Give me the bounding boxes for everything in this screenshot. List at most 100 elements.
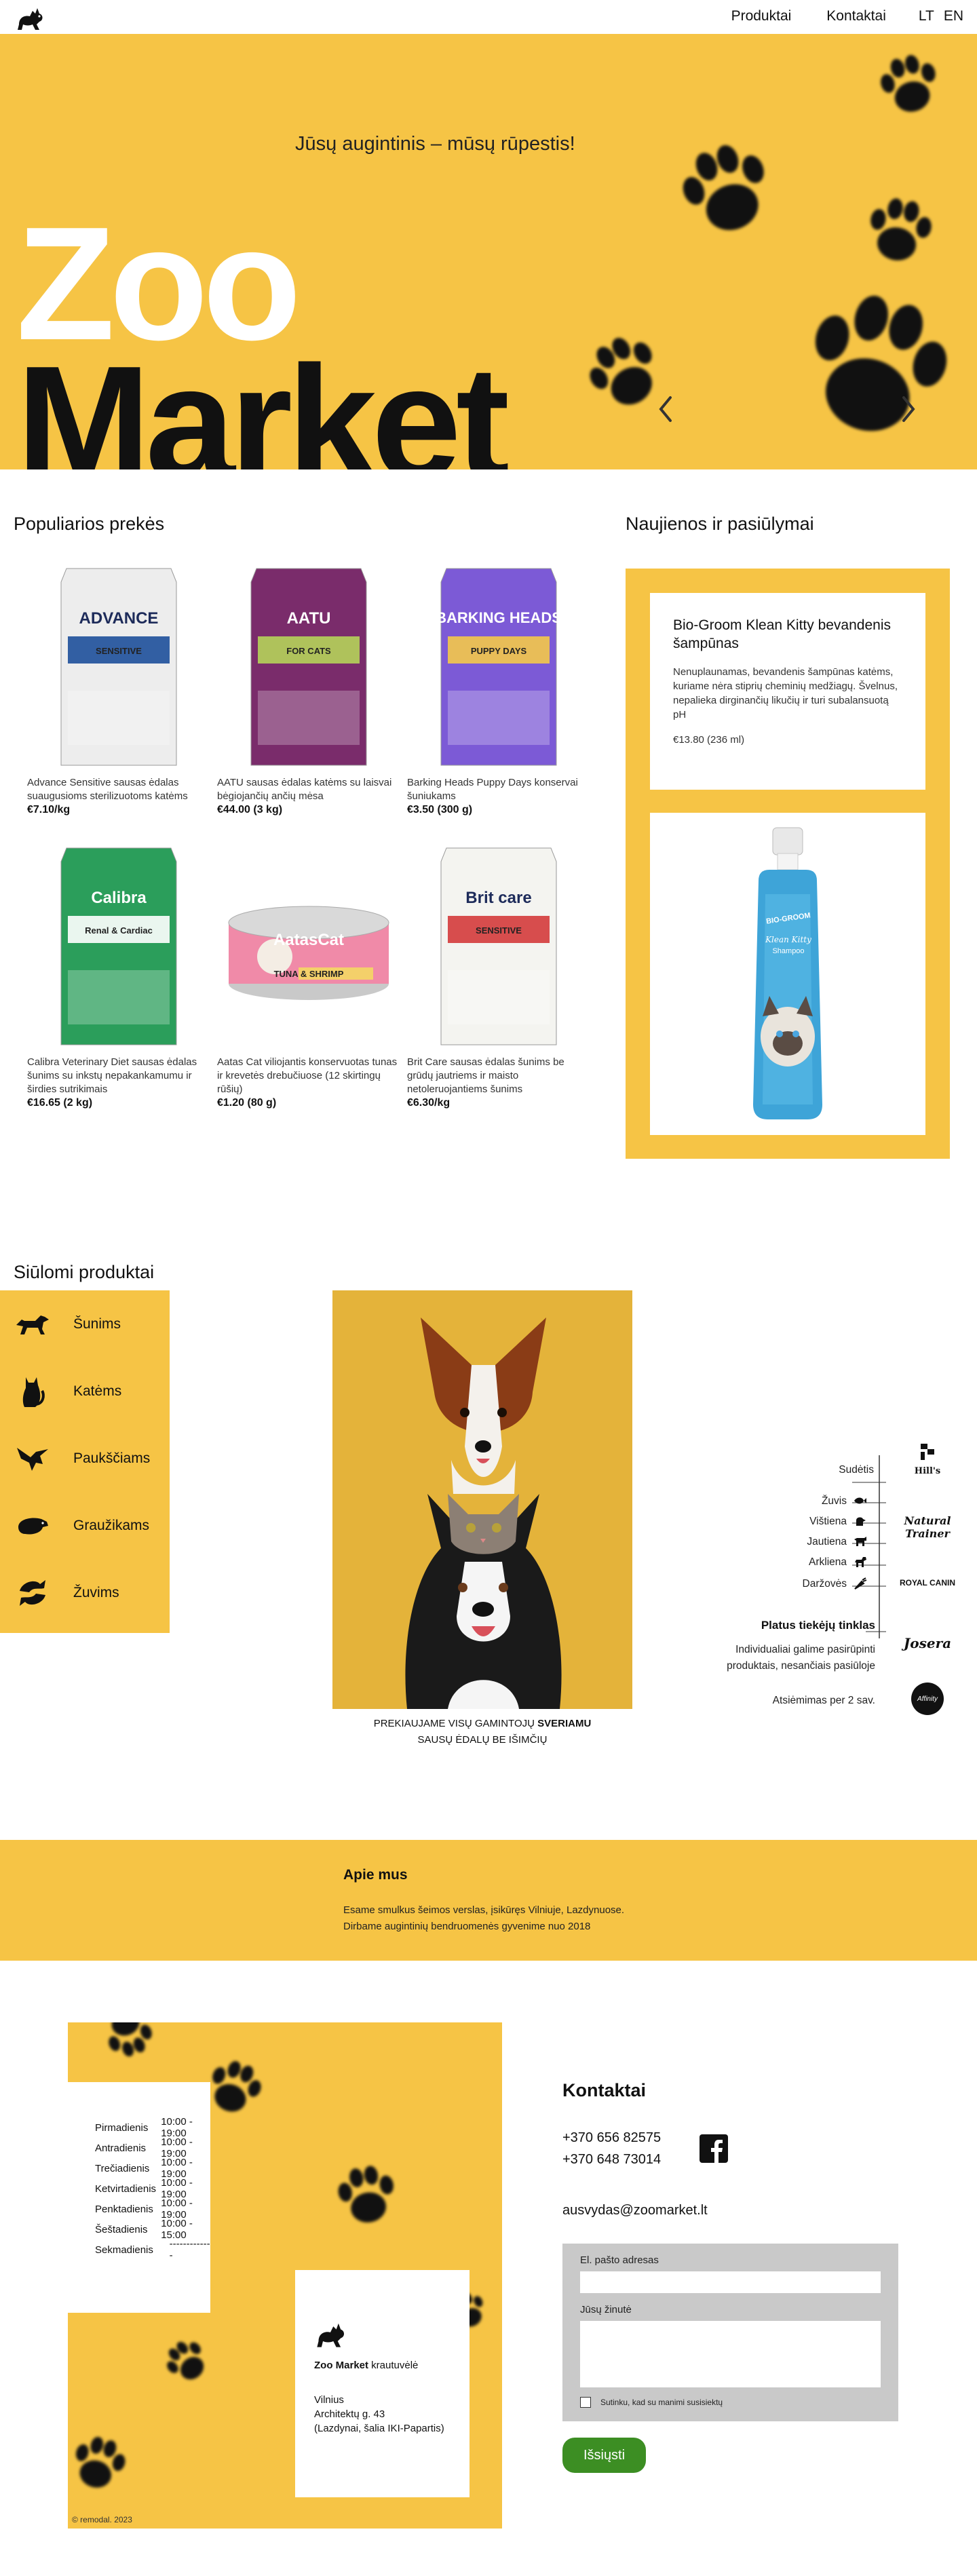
dog-icon [14,1305,52,1343]
consent-row: Sutinku, kad su manimi susisiektų [580,2397,881,2408]
product-variant-label: SENSITIVE [476,925,522,936]
product-card[interactable]: Calibra Renal & Cardiac Calibra Veterinary… [27,841,210,1110]
news-card-description: Nenuplaunamas, bevandenis šampūnas katėm… [673,666,898,720]
shop-city: Vilnius [314,2394,344,2406]
pickup-time-text: Atsiėmimas per 2 sav. [772,1695,875,1706]
time-label: 10:00 - 19:00 [161,2157,193,2180]
category-dogs[interactable]: Šunims [0,1290,170,1358]
brand-name: Affinity [911,1683,944,1715]
product-variant-label: FOR CATS [286,646,331,656]
slider-prev-arrow-icon[interactable] [655,392,676,426]
hero-tagline: Jūsų augintinis – mūsų rūpestis! [295,133,575,155]
news-card-price: €13.80 (236 ml) [673,734,745,746]
contacts-title: Kontaktai [562,2080,647,2100]
paw-print-icon [338,2166,394,2223]
nav-contacts-link[interactable]: Kontaktai [826,8,886,24]
slide-product-sub: Shampoo [772,947,805,955]
product-price: €1.20 (80 g) [217,1097,277,1109]
product-name: Advance Sensitive sausas ėdalas suaugusi… [27,777,188,802]
category-fish[interactable]: Žuvims [0,1559,170,1626]
supplier-network-title: Platus tiekėjų tinklas [761,1619,875,1632]
category-label: Žuvims [73,1584,119,1600]
shop-address: Vilnius Architektų g. 43 (Lazdynai, šali… [314,2393,470,2436]
opening-hours-row: Antradienis 10:00 - 19:00 [95,2136,210,2159]
product-brand-label: BARKING HEADS [436,609,562,626]
consent-checkbox[interactable] [580,2397,591,2408]
product-card[interactable]: BARKING HEADS PUPPY DAYS Barking Heads Pup… [407,562,590,817]
news-card[interactable]: Bio-Groom Klean Kitty bevandenis šampūna… [650,593,925,790]
shop-name-rest: krautuvėlė [368,2360,419,2371]
about-line: Esame smulkus šeimos verslas, įsikūręs V… [343,1904,625,1916]
category-menu: Šunims Katėms Paukščiams Graužikams Žuvi… [0,1290,170,1633]
supplier-item-beef: Jautiena [807,1536,847,1547]
phone-number-1[interactable]: +370 656 82575 [562,2130,661,2146]
fish-icon [854,1497,866,1504]
time-label: 10:00 - 19:00 [161,2136,193,2159]
brand-natural-trainer-logo[interactable]: Natural Trainer [897,1514,958,1540]
cow-icon [854,1537,866,1546]
brand-affinity-logo[interactable]: Affinity [897,1683,958,1715]
nav-products-link[interactable]: Produktai [731,8,792,24]
day-label: Trečiadienis [95,2162,150,2174]
category-label: Šunims [73,1315,121,1332]
phone-number-2[interactable]: +370 648 73014 [562,2152,661,2168]
language-lt-link[interactable]: LT [919,8,934,24]
day-label: Antradienis [95,2142,147,2154]
opening-hours-row: Ketvirtadienis 10:00 - 19:00 [95,2177,210,2200]
product-image: BARKING HEADS PUPPY DAYS [407,562,590,772]
product-name: AATU sausas ėdalas katėms su laisvai bėg… [217,777,392,802]
news-image-slide[interactable]: BIO-GROOM Klean Kitty Shampoo [650,813,925,1135]
time-label: 10:00 - 19:00 [161,2177,193,2200]
category-cats[interactable]: Katėms [0,1358,170,1425]
brand-name: Hill's [914,1466,941,1476]
product-brand-label: AATU [286,609,331,628]
opening-hours-row: Sekmadienis ------------- [95,2238,210,2261]
product-name: Brit Care sausas ėdalas šunims be grūdų … [407,1056,564,1095]
brand-hills-logo[interactable]: Hill's [897,1442,958,1476]
send-button[interactable]: Išsiųsti [562,2438,646,2473]
brand-josera-logo[interactable]: Josera [897,1635,958,1651]
slider-next-arrow-icon[interactable] [898,392,919,426]
paw-print-icon [109,2022,152,2057]
product-card[interactable]: Brit care SENSITIVE Brit Care sausas ėdala… [407,841,590,1110]
offered-products-title: Siūlomi produktai [14,1262,155,1282]
facebook-icon[interactable] [700,2134,728,2163]
category-label: Paukščiams [73,1450,151,1466]
product-brand-label: Calibra [91,889,147,907]
supplier-item-chicken: Vištiena [809,1516,847,1527]
stacked-pets-photo [332,1290,632,1709]
language-en-link[interactable]: EN [944,8,963,24]
category-rodents[interactable]: Graužikams [0,1492,170,1559]
fish-icon [14,1574,52,1612]
paw-print-icon [815,295,947,431]
shop-address-card: Zoo Market krautuvėlė Vilnius Architektų… [295,2270,470,2497]
supplier-item-horse: Arkliena [809,1556,847,1568]
product-brand-label: AatasCat [273,931,345,949]
day-label: Pirmadienis [95,2121,149,2134]
product-card[interactable]: AATU FOR CATS AATU sausas ėdalas katėms su… [217,562,400,817]
time-label: 10:00 - 15:00 [161,2218,193,2241]
time-label: ------------- [169,2238,210,2261]
news-panel: Bio-Groom Klean Kitty bevandenis šampūna… [626,569,950,1159]
category-birds[interactable]: Paukščiams [0,1425,170,1492]
shop-name-bold: Zoo Market [314,2360,369,2371]
message-field[interactable] [580,2321,881,2387]
popular-products-title: Populiarios prekės [14,514,165,534]
zoo-market-logo-icon[interactable] [15,4,46,31]
product-card[interactable]: AatasCat TUNA & SHRIMP Aatas Cat viliojant… [217,841,400,1110]
paw-print-icon [881,55,936,112]
opening-hours-row: Trečiadienis 10:00 - 19:00 [95,2157,210,2180]
email-field[interactable] [580,2271,881,2293]
location-map[interactable]: Pirmadienis 10:00 - 19:00 Antradienis 10:00… [68,2022,502,2529]
slide-product-name: Klean Kitty [765,935,811,944]
brand-royal-canin-logo[interactable]: ROYAL CANIN [897,1578,958,1588]
about-text: Esame smulkus šeimos verslas, įsikūręs V… [343,1902,624,1935]
shop-location-note: (Lazdynai, šalia IKI-Papartis) [314,2423,444,2434]
contact-email[interactable]: ausvydas@zoomarket.lt [562,2203,708,2218]
product-name: Barking Heads Puppy Days konservai šuniu… [407,777,578,802]
product-price: €3.50 (300 g) [407,804,473,815]
caption-text: PREKIAUJAME VISŲ GAMINTOJŲ [373,1718,538,1729]
product-variant-label: Renal & Cardiac [85,925,153,936]
bird-icon [14,1440,52,1478]
product-card[interactable]: ADVANCE SENSITIVE Advance Sensitive sausas… [27,562,210,817]
